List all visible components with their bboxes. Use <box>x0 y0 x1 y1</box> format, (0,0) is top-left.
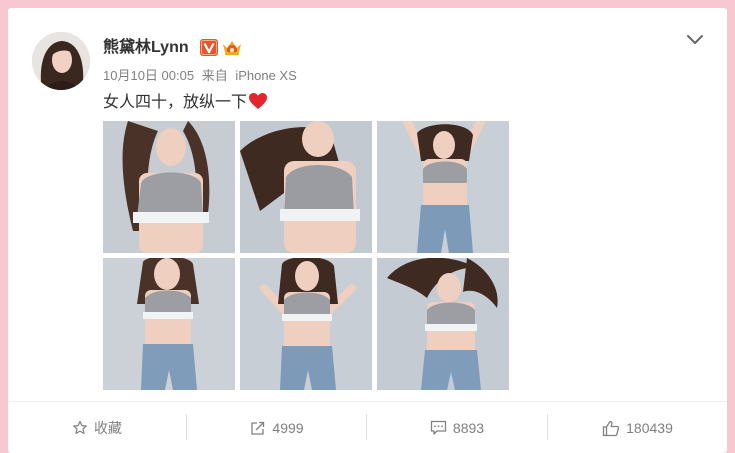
photo-grid <box>103 121 509 391</box>
action-bar: 收藏 4999 8893 180439 <box>8 401 727 453</box>
like-count: 180439 <box>626 420 673 436</box>
repost-button[interactable]: 4999 <box>187 402 366 453</box>
chevron-down-icon[interactable] <box>683 28 707 50</box>
photo-2[interactable] <box>240 121 372 253</box>
comment-count: 8893 <box>452 420 485 436</box>
favorite-button[interactable]: 收藏 <box>8 402 186 453</box>
repost-icon <box>251 421 265 435</box>
verified-v-icon <box>200 39 218 56</box>
weibo-post-card: 熊黛林Lynn 10月10日 00:05 来自 iPhone XS 女人四十，放… <box>8 8 727 453</box>
avatar[interactable] <box>32 32 90 90</box>
repost-count: 4999 <box>272 420 304 436</box>
source-prefix: 来自 <box>201 68 228 83</box>
star-icon <box>73 420 87 434</box>
comment-button[interactable]: 8893 <box>367 402 547 453</box>
like-icon <box>602 420 620 436</box>
photo-6[interactable] <box>377 258 509 390</box>
favorite-label: 收藏 <box>94 420 122 436</box>
photo-1[interactable] <box>103 121 235 253</box>
post-text: 女人四十，放纵一下 <box>103 92 268 114</box>
heart-icon <box>249 93 268 109</box>
photo-5[interactable] <box>240 258 372 390</box>
crown-badge-icon[interactable] <box>221 38 243 57</box>
photo-4[interactable] <box>103 258 235 390</box>
photo-3[interactable] <box>377 121 509 253</box>
post-timestamp[interactable]: 10月10日 00:05 <box>103 68 194 83</box>
post-meta: 10月10日 00:05 来自 iPhone XS <box>103 68 301 84</box>
post-source: iPhone XS <box>235 68 297 83</box>
comment-icon <box>430 420 447 435</box>
like-button[interactable]: 180439 <box>548 402 727 453</box>
post-text-content: 女人四十，放纵一下 <box>103 94 248 111</box>
username[interactable]: 熊黛林Lynn <box>103 38 189 58</box>
